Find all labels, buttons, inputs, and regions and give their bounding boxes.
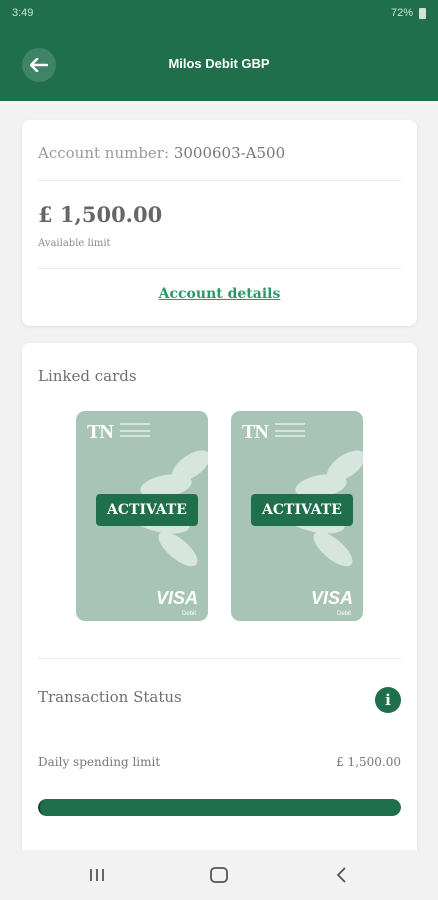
status-bar: 3:49 72% bbox=[0, 0, 438, 26]
linked-cards-section: Linked cards TN ACTIVATE VISA Debit TN A… bbox=[22, 343, 417, 873]
status-time: 3:49 bbox=[12, 7, 34, 19]
info-icon[interactable]: i bbox=[375, 687, 401, 713]
recents-icon bbox=[90, 869, 104, 881]
divider bbox=[38, 268, 401, 269]
daily-spending-limit-label: Daily spending limit bbox=[38, 755, 161, 769]
card-brand-logo: TN bbox=[87, 421, 114, 443]
activate-card-button[interactable]: ACTIVATE bbox=[251, 494, 353, 526]
account-number-row: Account number: 3000603-A500 bbox=[38, 144, 285, 162]
chevron-left-icon bbox=[336, 867, 346, 883]
recents-button[interactable] bbox=[85, 863, 109, 887]
system-nav-bar bbox=[0, 850, 438, 900]
card-brand-logo: TN bbox=[242, 421, 269, 443]
visa-logo: VISA bbox=[310, 588, 353, 608]
divider bbox=[38, 180, 401, 181]
transaction-status-title: Transaction Status bbox=[38, 688, 182, 706]
bank-card-1[interactable]: TN ACTIVATE VISA Debit bbox=[76, 411, 208, 621]
linked-cards-title: Linked cards bbox=[38, 367, 137, 385]
spending-progress-fill bbox=[38, 799, 401, 816]
available-limit-label: Available limit bbox=[38, 238, 111, 249]
available-balance: £ 1,500.00 bbox=[38, 202, 163, 227]
battery-icon bbox=[419, 7, 426, 19]
status-indicators: 72% bbox=[391, 7, 426, 19]
app-bar: Milos Debit GBP bbox=[0, 26, 438, 101]
home-button[interactable] bbox=[207, 863, 231, 887]
account-summary-card: Account number: 3000603-A500 £ 1,500.00 … bbox=[22, 120, 417, 326]
account-details-link[interactable]: Account details bbox=[22, 286, 417, 302]
spending-progress-bar bbox=[38, 799, 401, 816]
system-back-button[interactable] bbox=[330, 863, 354, 887]
battery-percent: 72% bbox=[390, 7, 413, 19]
home-icon bbox=[210, 867, 228, 883]
card-type-label: Debit bbox=[336, 611, 351, 617]
card-type-label: Debit bbox=[181, 611, 196, 617]
activate-card-button[interactable]: ACTIVATE bbox=[96, 494, 198, 526]
account-number-label: Account number: bbox=[38, 144, 170, 162]
visa-logo: VISA bbox=[155, 588, 198, 608]
divider bbox=[38, 658, 401, 659]
page-title: Milos Debit GBP bbox=[168, 56, 270, 71]
bank-card-2[interactable]: TN ACTIVATE VISA Debit bbox=[231, 411, 363, 621]
daily-spending-limit-value: £ 1,500.00 bbox=[336, 755, 401, 769]
account-number-value: 3000603-A500 bbox=[173, 144, 286, 162]
